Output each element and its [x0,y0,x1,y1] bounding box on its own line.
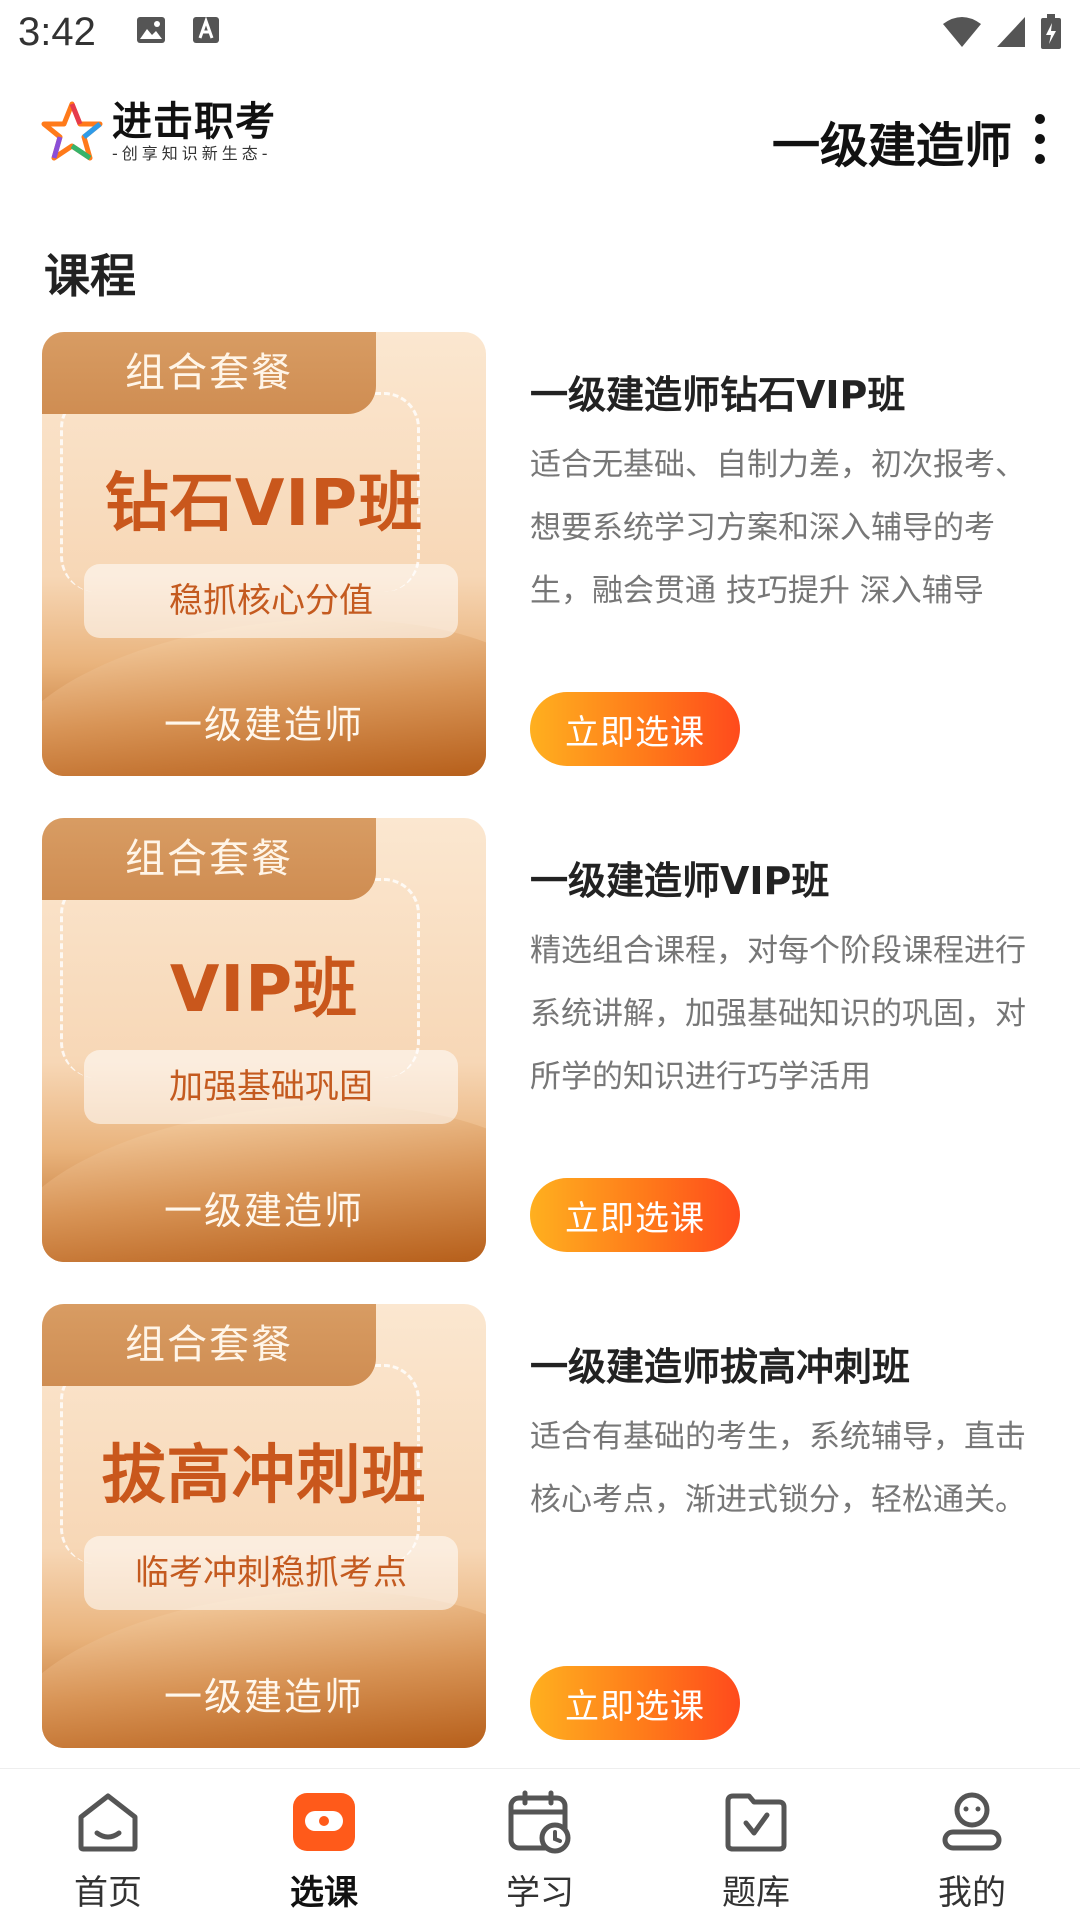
status-notifications [136,16,220,44]
nav-item-home[interactable]: 首页 [0,1769,216,1920]
select-course-button[interactable]: 立即选课 [530,1666,740,1740]
image-notification-icon [137,17,165,43]
course-card[interactable]: 组合套餐 拔高冲刺班 临考冲刺稳抓考点 一级建造师 一级建造师拔高冲刺班 适合有… [0,1304,1080,1749]
cover-tab: 组合套餐 [42,332,376,414]
cover-tagline: 加强基础巩固 [84,1050,458,1124]
more-options-button[interactable] [1030,114,1050,164]
nav-label: 学习 [506,1873,574,1913]
logo-star-icon [41,101,103,161]
logo-slogan: -创享知识新生态- [112,144,272,163]
nav-item-profile[interactable]: 我的 [864,1769,1080,1920]
text-notification-icon [193,16,219,43]
status-system-icons [942,14,1062,50]
course-card[interactable]: 组合套餐 VIP班 加强基础巩固 一级建造师 一级建造师VIP班 精选组合课程，… [0,818,1080,1263]
more-dot [1035,134,1045,144]
course-title[interactable]: 一级建造师VIP班 [530,850,829,905]
course-cover[interactable]: 组合套餐 拔高冲刺班 临考冲刺稳抓考点 一级建造师 [42,1304,486,1748]
status-bar: 3:42 [0,0,1080,72]
course-card[interactable]: 组合套餐 钻石VIP班 稳抓核心分值 一级建造师 一级建造师钻石VIP班 适合无… [0,332,1080,777]
cover-footer: 一级建造师 [163,1675,364,1719]
cellular-signal-icon [997,17,1025,47]
cover-footer: 一级建造师 [163,1189,364,1233]
course-title[interactable]: 一级建造师拔高冲刺班 [530,1336,910,1391]
wifi-icon [943,17,981,47]
cover-course-name: 钻石VIP班 [104,467,424,541]
profile-icon [937,1787,1007,1857]
calendar-clock-icon [505,1787,575,1857]
status-time: 3:42 [18,10,96,54]
question-bank-icon [721,1787,791,1857]
battery-charging-icon [1041,14,1061,49]
more-dot [1035,114,1045,124]
cover-tab: 组合套餐 [42,818,376,900]
select-course-button[interactable]: 立即选课 [530,1178,740,1252]
cover-course-name: 拔高冲刺班 [101,1439,427,1513]
cover-footer: 一级建造师 [163,703,364,747]
logo-name: 进击职考 [112,99,276,145]
cover-tagline: 稳抓核心分值 [84,564,458,638]
course-description: 适合有基础的考生，系统辅导，直击核心考点，渐进式锁分，轻松通关。 [530,1419,1026,1518]
cover-tab: 组合套餐 [42,1304,376,1386]
course-select-icon [289,1787,359,1857]
home-icon [73,1787,143,1857]
section-title: 课程 [44,249,136,303]
course-title[interactable]: 一级建造师钻石VIP班 [530,364,905,419]
app-header: 进击职考 -创享知识新生态- 一级建造师 [0,90,1080,190]
nav-item-course-select[interactable]: 选课 [216,1769,432,1920]
nav-label: 我的 [938,1873,1006,1913]
bottom-navigation: 首页 选课 学习 题库 我的 [0,1768,1080,1920]
course-cover[interactable]: 组合套餐 VIP班 加强基础巩固 一级建造师 [42,818,486,1262]
course-description: 适合无基础、自制力差，初次报考、想要系统学习方案和深入辅导的考生，融会贯通 技巧… [530,447,1026,609]
course-cover[interactable]: 组合套餐 钻石VIP班 稳抓核心分值 一级建造师 [42,332,486,776]
course-description: 精选组合课程，对每个阶段课程进行系统讲解，加强基础知识的巩固，对所学的知识进行巧… [530,933,1026,1095]
exam-category-title[interactable]: 一级建造师 [772,106,1012,176]
cover-course-name: VIP班 [169,953,359,1027]
nav-item-question-bank[interactable]: 题库 [648,1769,864,1920]
more-dot [1035,154,1045,164]
cover-tagline: 临考冲刺稳抓考点 [84,1536,458,1610]
nav-label: 选课 [290,1873,358,1913]
nav-item-study[interactable]: 学习 [432,1769,648,1920]
select-course-button[interactable]: 立即选课 [530,692,740,766]
nav-label: 题库 [722,1873,790,1913]
app-logo: 进击职考 -创享知识新生态- [40,100,276,164]
nav-label: 首页 [74,1873,142,1913]
